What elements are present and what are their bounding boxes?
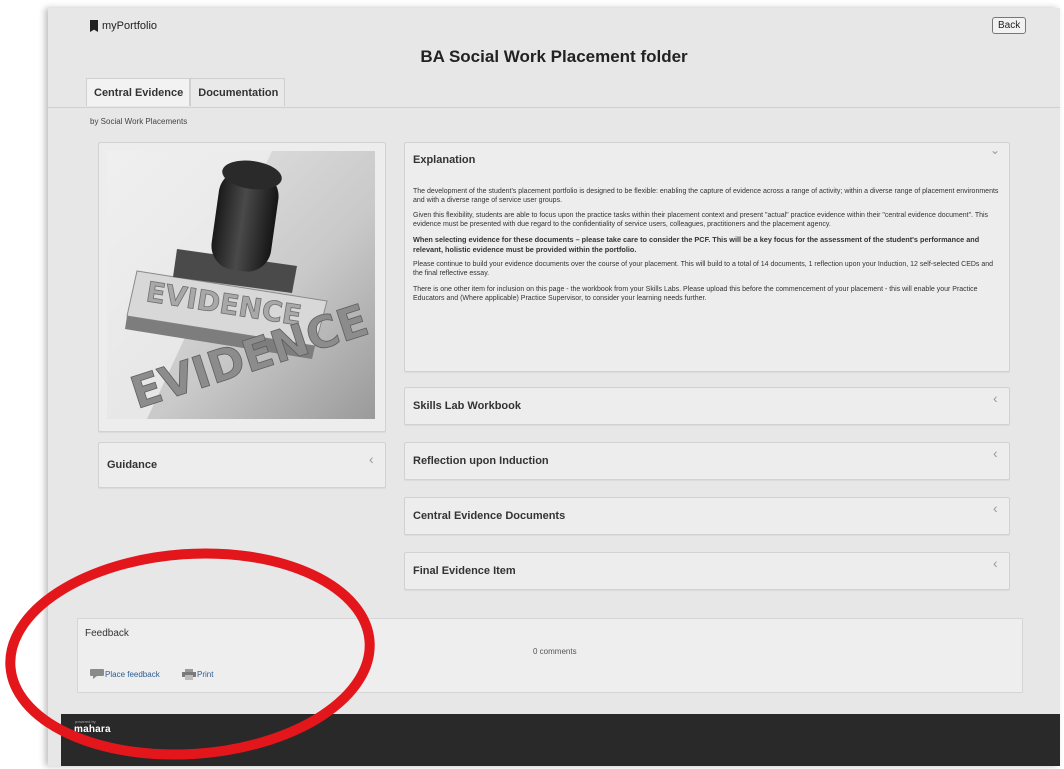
- tab-central-evidence[interactable]: Central Evidence: [86, 78, 191, 106]
- chevron-left-icon[interactable]: ‹: [993, 500, 998, 516]
- explanation-paragraph: Please continue to build your evidence d…: [413, 261, 994, 278]
- tab-divider: [48, 107, 1060, 108]
- explanation-title: Explanation: [413, 154, 476, 166]
- guidance-title: Guidance: [107, 459, 158, 471]
- comments-count: 0 comments: [533, 647, 577, 656]
- place-feedback-label: Place feedback: [105, 669, 160, 679]
- back-button[interactable]: Back: [992, 17, 1027, 34]
- section-title: Final Evidence Item: [413, 565, 516, 577]
- section-skills-lab-workbook[interactable]: Skills Lab Workbook ‹: [404, 387, 1010, 425]
- app-brand[interactable]: myPortfolio: [90, 20, 157, 32]
- chevron-down-icon[interactable]: ⌄: [990, 143, 1000, 157]
- explanation-paragraph: Given this flexibility, students are abl…: [413, 212, 989, 229]
- section-reflection-upon-induction[interactable]: Reflection upon Induction ‹: [404, 442, 1010, 480]
- feedback-title: Feedback: [85, 628, 129, 639]
- bookmark-icon: [90, 20, 98, 32]
- print-link[interactable]: Print: [182, 669, 213, 680]
- tab-documentation[interactable]: Documentation: [190, 78, 286, 106]
- chevron-left-icon[interactable]: ‹: [993, 445, 998, 461]
- footer: powered by mahara: [61, 714, 1060, 766]
- chevron-left-icon[interactable]: ‹: [993, 390, 998, 406]
- page-title: BA Social Work Placement folder: [420, 47, 688, 66]
- section-title: Central Evidence Documents: [413, 510, 566, 522]
- section-final-evidence-item[interactable]: Final Evidence Item ‹: [404, 552, 1010, 590]
- byline: by Social Work Placements: [90, 117, 188, 126]
- chevron-left-icon[interactable]: ‹: [369, 451, 374, 467]
- section-title: Reflection upon Induction: [413, 455, 549, 467]
- explanation-paragraph: When selecting evidence for these docume…: [413, 235, 980, 254]
- feedback-section: Feedback 0 comments Place feedback Print: [77, 618, 1023, 693]
- printer-icon: [182, 669, 196, 680]
- page-tabs: Central Evidence Documentation: [86, 78, 286, 106]
- guidance-section[interactable]: Guidance ‹: [98, 442, 386, 488]
- chevron-left-icon[interactable]: ‹: [993, 555, 998, 571]
- explanation-section: Explanation ⌄ The development of the stu…: [404, 142, 1010, 372]
- evidence-image-block: EVIDENCE EVIDENCE: [98, 142, 386, 432]
- section-central-evidence-documents[interactable]: Central Evidence Documents ‹: [404, 497, 1010, 535]
- explanation-body: The development of the student's placeme…: [413, 187, 1003, 309]
- mahara-logo[interactable]: mahara: [74, 724, 111, 735]
- evidence-stamp-image: EVIDENCE EVIDENCE: [107, 151, 375, 419]
- explanation-paragraph: There is one other item for inclusion on…: [413, 285, 978, 302]
- comment-icon: [90, 669, 104, 679]
- explanation-paragraph: The development of the student's placeme…: [413, 188, 999, 205]
- section-title: Skills Lab Workbook: [413, 400, 521, 412]
- portfolio-page: myPortfolio Back BA Social Work Placemen…: [48, 8, 1060, 766]
- print-label: Print: [197, 670, 214, 679]
- place-feedback-link[interactable]: Place feedback: [90, 669, 160, 679]
- app-name: myPortfolio: [102, 20, 158, 32]
